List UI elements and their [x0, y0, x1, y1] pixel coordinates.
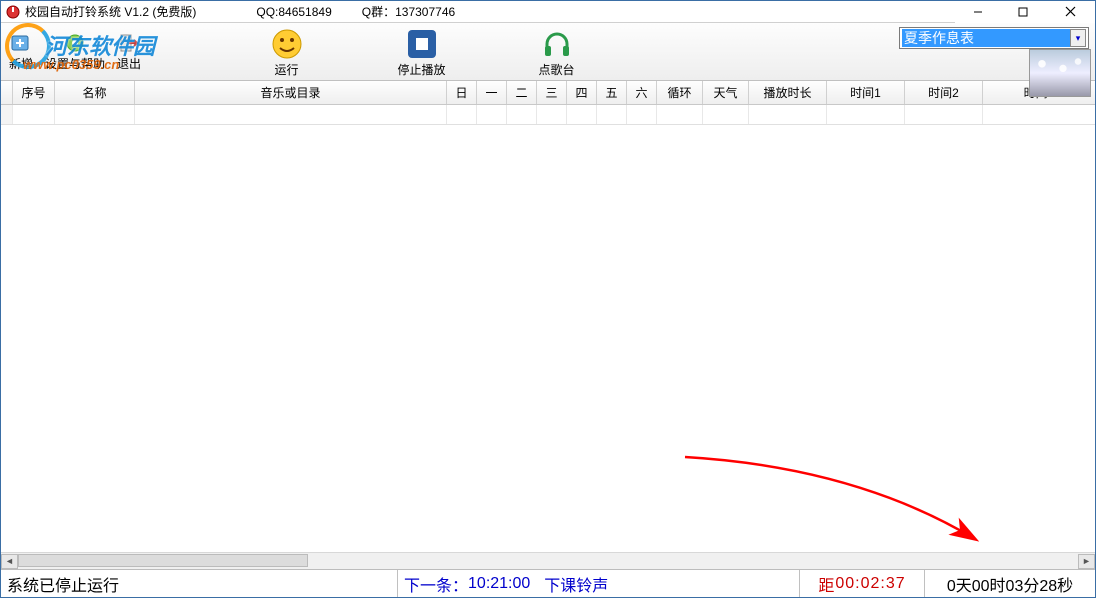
- run-label: 运行: [275, 61, 299, 78]
- status-countdown: 距 00:02:37: [800, 570, 925, 597]
- add-label: 新增: [9, 55, 33, 72]
- toolbar: 新增 设置与帮助 退出 运行 停止播放 点歌台: [1, 23, 1095, 81]
- status-next-name: 下课铃声: [544, 572, 608, 596]
- grid-body[interactable]: [1, 105, 1095, 552]
- maximize-button[interactable]: [1000, 1, 1045, 23]
- schedule-selected-text: 夏季作息表: [902, 29, 1070, 47]
- col-thu[interactable]: 四: [567, 81, 597, 104]
- app-window: 校园自动打铃系统 V1.2 (免费版) QQ:84651849 Q群：13730…: [0, 0, 1096, 598]
- status-dist-value: 00:02:37: [835, 575, 905, 593]
- app-title: 校园自动打铃系统 V1.2 (免费版): [25, 3, 196, 20]
- stop-play-button[interactable]: 停止播放: [354, 24, 489, 80]
- row-indicator-col: [1, 81, 13, 104]
- stop-icon: [405, 27, 439, 61]
- status-next: 下一条： 10:21:00 下课铃声: [398, 570, 800, 597]
- col-sun[interactable]: 日: [447, 81, 477, 104]
- exit-button[interactable]: 退出: [111, 29, 147, 74]
- add-button[interactable]: 新增: [3, 29, 39, 74]
- col-tue[interactable]: 二: [507, 81, 537, 104]
- exit-icon: [117, 31, 141, 55]
- jukebox-label: 点歌台: [539, 61, 575, 78]
- col-time2[interactable]: 时间2: [905, 81, 983, 104]
- run-button[interactable]: 运行: [219, 24, 354, 80]
- smiley-icon: [270, 27, 304, 61]
- chevron-down-icon[interactable]: ▾: [1070, 29, 1086, 47]
- gear-icon: [63, 31, 87, 55]
- status-dist-prefix: 距: [818, 572, 835, 596]
- col-weather[interactable]: 天气: [703, 81, 749, 104]
- jukebox-button[interactable]: 点歌台: [489, 24, 624, 80]
- status-state: 系统已停止运行: [1, 570, 398, 597]
- scroll-left-arrow-icon[interactable]: ◄: [1, 554, 18, 569]
- settings-help-button[interactable]: 设置与帮助: [39, 29, 111, 74]
- status-next-prefix: 下一条：: [404, 572, 468, 596]
- col-duration[interactable]: 播放时长: [749, 81, 827, 104]
- settings-help-label: 设置与帮助: [45, 55, 105, 72]
- qq-contact: QQ:84651849: [256, 5, 331, 19]
- col-mon[interactable]: 一: [477, 81, 507, 104]
- qgroup-contact: Q群：137307746: [362, 3, 455, 20]
- status-uptime: 0天00时03分28秒: [925, 570, 1095, 597]
- headphones-icon: [540, 27, 574, 61]
- col-music[interactable]: 音乐或目录: [135, 81, 447, 104]
- col-seq[interactable]: 序号: [13, 81, 55, 104]
- grid-header: 序号 名称 音乐或目录 日 一 二 三 四 五 六 循环 天气 播放时长 时间1…: [1, 81, 1095, 105]
- app-icon: [5, 4, 21, 20]
- scroll-right-arrow-icon[interactable]: ►: [1078, 554, 1095, 569]
- col-name[interactable]: 名称: [55, 81, 135, 104]
- status-bar: 系统已停止运行 下一条： 10:21:00 下课铃声 距 00:02:37 0天…: [1, 569, 1095, 597]
- window-controls: [955, 1, 1095, 23]
- status-next-time: 10:21:00: [468, 575, 530, 593]
- titlebar: 校园自动打铃系统 V1.2 (免费版) QQ:84651849 Q群：13730…: [1, 1, 1095, 23]
- thumbnail-image: [1029, 49, 1091, 97]
- exit-label: 退出: [117, 55, 141, 72]
- col-sat[interactable]: 六: [627, 81, 657, 104]
- col-wed[interactable]: 三: [537, 81, 567, 104]
- minimize-button[interactable]: [955, 1, 1000, 23]
- horizontal-scrollbar[interactable]: ◄ ►: [1, 552, 1095, 569]
- scroll-track[interactable]: [18, 554, 1078, 569]
- schedule-select[interactable]: 夏季作息表 ▾: [899, 27, 1089, 49]
- stop-play-label: 停止播放: [398, 61, 446, 78]
- grid-empty-row: [1, 105, 1095, 125]
- col-time1[interactable]: 时间1: [827, 81, 905, 104]
- col-loop[interactable]: 循环: [657, 81, 703, 104]
- add-icon: [9, 31, 33, 55]
- close-button[interactable]: [1045, 1, 1095, 23]
- scroll-thumb[interactable]: [18, 554, 308, 567]
- col-fri[interactable]: 五: [597, 81, 627, 104]
